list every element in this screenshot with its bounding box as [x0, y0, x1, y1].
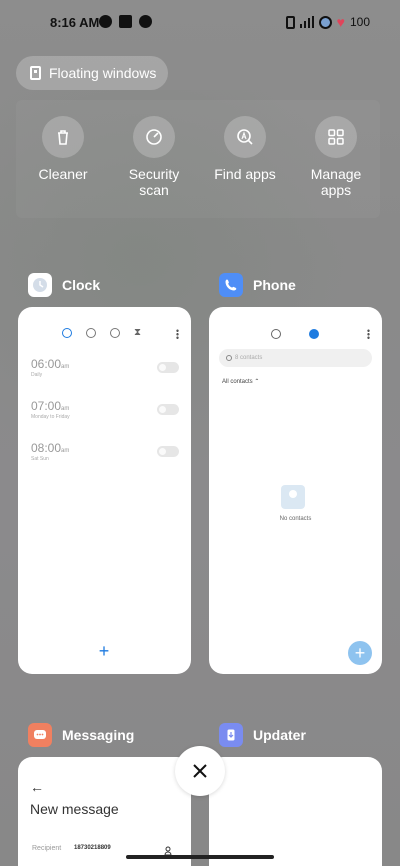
messaging-app-card[interactable]: ← New message Recipient 18730218809 — [18, 757, 191, 866]
alarm-toggle[interactable] — [157, 446, 179, 457]
manage-apps-button[interactable]: Manage apps — [291, 116, 381, 198]
alarm-time: 06:00 — [31, 357, 62, 371]
security-gauge-icon — [133, 116, 175, 158]
trash-icon — [42, 116, 84, 158]
vibrate-icon — [285, 15, 295, 29]
add-recipient-icon[interactable] — [164, 843, 172, 856]
alarm-toggle[interactable] — [157, 362, 179, 373]
home-indicator[interactable] — [126, 855, 274, 859]
phone-app-icon — [219, 273, 243, 297]
world-clock-tab-icon[interactable] — [86, 327, 96, 338]
alarm-time: 08:00 — [31, 441, 62, 455]
status-bar: 8:16 AM ♥ 100 — [0, 0, 400, 44]
contacts-tab-icon[interactable] — [309, 329, 319, 339]
recipient-label: Recipient — [32, 845, 62, 852]
messaging-app-icon — [28, 723, 52, 747]
updater-app-name: Updater — [253, 727, 306, 743]
floating-window-icon — [30, 66, 41, 80]
contacts-filter-label: All contacts — [222, 379, 253, 385]
contacts-filter[interactable]: All contacts ⌃ — [222, 378, 259, 385]
status-time: 8:16 AM — [50, 15, 100, 30]
find-apps-button[interactable]: Find apps — [200, 116, 290, 182]
manage-apps-label: Manage apps — [310, 166, 362, 198]
contacts-search-input[interactable]: 8 contacts — [219, 349, 372, 367]
battery-level: 100 — [349, 15, 370, 29]
messaging-app-header[interactable]: Messaging — [28, 723, 134, 747]
floating-windows-button[interactable]: Floating windows — [16, 56, 168, 90]
cleaner-label: Cleaner — [38, 166, 88, 182]
add-contact-button[interactable]: + — [348, 641, 372, 665]
alarm-time: 07:00 — [31, 399, 62, 413]
notification-icon — [139, 15, 152, 28]
security-scan-button[interactable]: Security scan — [109, 116, 199, 198]
clock-app-card[interactable]: ⧗ 06:00am Daily 07:00am Monday to Friday… — [18, 307, 191, 674]
alarm-item[interactable]: 07:00am Monday to Friday — [31, 399, 70, 420]
alarm-toggle[interactable] — [157, 404, 179, 415]
updater-app-header[interactable]: Updater — [219, 723, 306, 747]
close-all-button[interactable] — [175, 746, 225, 796]
phone-app-header[interactable]: Phone — [219, 273, 296, 297]
find-apps-icon — [224, 116, 266, 158]
status-right-group: ♥ 100 — [285, 14, 370, 30]
stopwatch-tab-icon[interactable] — [110, 327, 120, 338]
alarm-repeat: Monday to Friday — [31, 414, 70, 420]
cleaner-button[interactable]: Cleaner — [18, 116, 108, 182]
clock-tabs: ⧗ — [62, 327, 141, 338]
quick-tools-panel: Cleaner Security scan Find apps Manage a… — [16, 100, 380, 218]
empty-contacts-text: No contacts — [279, 516, 312, 522]
notification-icon — [99, 15, 112, 28]
new-message-title: New message — [30, 801, 119, 817]
close-icon — [193, 764, 207, 778]
empty-contacts-icon — [281, 485, 305, 509]
phone-app-name: Phone — [253, 277, 296, 293]
alarm-ampm: am — [61, 406, 70, 412]
back-arrow-icon[interactable]: ← — [30, 779, 44, 795]
grid-icon — [315, 116, 357, 158]
alarm-tab-icon[interactable] — [62, 327, 72, 338]
alarm-item[interactable]: 08:00am Sat Sun — [31, 441, 69, 462]
floating-windows-label: Floating windows — [49, 65, 157, 81]
more-options-icon[interactable] — [176, 329, 179, 339]
alarm-ampm: am — [61, 448, 70, 454]
chevron-down-icon: ⌃ — [254, 379, 260, 385]
alarm-repeat: Sat Sun — [31, 456, 49, 462]
add-alarm-icon[interactable]: + — [94, 641, 114, 661]
vpn-icon — [318, 15, 332, 29]
battery-heart-icon: ♥ — [336, 14, 345, 30]
clock-app-name: Clock — [62, 277, 101, 293]
messaging-app-name: Messaging — [62, 727, 135, 743]
recents-tab-icon[interactable] — [271, 329, 281, 339]
find-apps-label: Find apps — [214, 166, 276, 182]
alarm-item[interactable]: 06:00am Daily — [31, 357, 69, 378]
app-notification-icon — [119, 15, 132, 28]
more-options-icon[interactable] — [367, 329, 370, 339]
alarm-ampm: am — [61, 364, 70, 370]
timer-tab-icon[interactable]: ⧗ — [134, 327, 141, 338]
signal-icon — [299, 16, 314, 28]
updater-app-card[interactable] — [209, 757, 382, 866]
clock-app-icon — [28, 273, 52, 297]
recipient-input[interactable]: 18730218809 — [74, 845, 111, 851]
phone-app-card[interactable]: 8 contacts All contacts ⌃ No contacts + — [209, 307, 382, 674]
alarm-repeat: Daily — [31, 372, 43, 378]
security-scan-label: Security scan — [128, 166, 180, 198]
updater-app-icon — [219, 723, 243, 747]
clock-app-header[interactable]: Clock — [28, 273, 100, 297]
